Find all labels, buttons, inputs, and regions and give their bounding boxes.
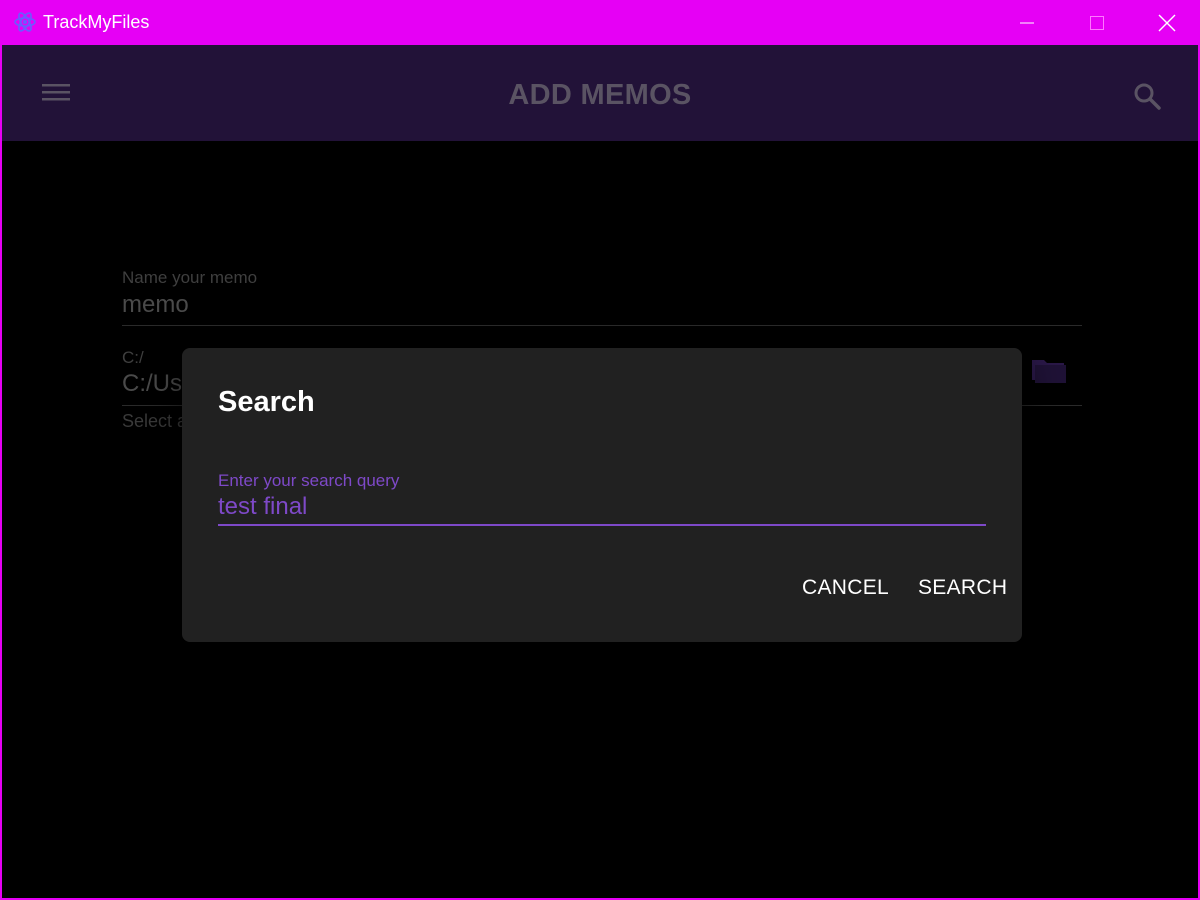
maximize-icon: [1090, 15, 1104, 30]
maximize-button[interactable]: [1062, 0, 1132, 45]
folder-icon[interactable]: [1030, 356, 1068, 386]
window-title-bar: TrackMyFiles: [0, 0, 1200, 45]
memo-name-value: memo: [122, 291, 189, 318]
search-dialog: Search Enter your search query test fina…: [182, 348, 1022, 642]
hamburger-menu-icon[interactable]: [40, 78, 72, 108]
search-query-label: Enter your search query: [218, 471, 400, 490]
memo-name-field[interactable]: Name your memo memo: [122, 268, 1082, 326]
atom-logo-icon: [14, 12, 36, 32]
minimize-button[interactable]: [992, 0, 1062, 45]
window-title: TrackMyFiles: [43, 12, 150, 32]
search-query-input[interactable]: test final: [218, 492, 986, 526]
memo-name-label: Name your memo: [122, 268, 258, 287]
close-button[interactable]: [1132, 0, 1200, 45]
helper-text: Select a: [122, 411, 188, 431]
page-title: ADD MEMOS: [508, 79, 692, 111]
search-button[interactable]: SEARCH: [918, 576, 1007, 600]
search-icon[interactable]: [1132, 81, 1164, 113]
app-bar: ADD MEMOS: [2, 45, 1198, 141]
cancel-button[interactable]: CANCEL: [802, 576, 889, 600]
dialog-title: Search: [218, 386, 315, 418]
minimize-icon: [1020, 22, 1034, 23]
close-icon: [1158, 14, 1176, 31]
